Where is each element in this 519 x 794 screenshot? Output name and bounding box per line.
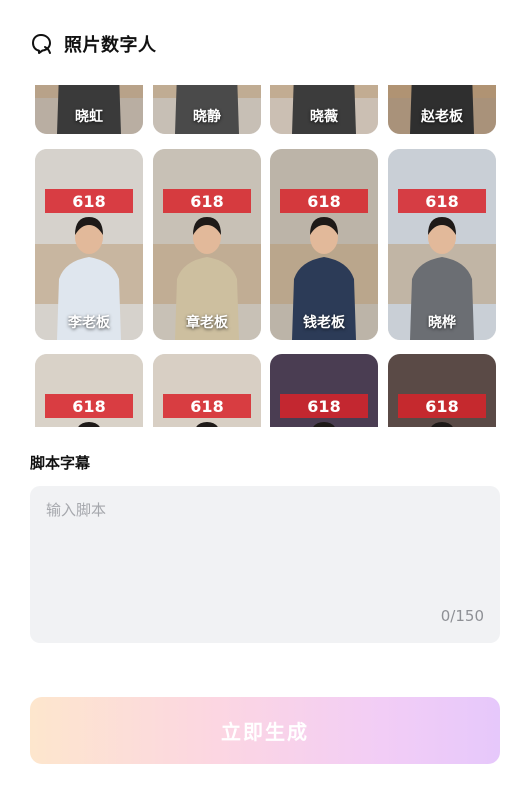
script-section-title: 脚本字幕: [30, 454, 91, 472]
avatar-bubble-icon: [32, 34, 51, 54]
avatar-photo: 618: [388, 354, 496, 427]
svg-text:618: 618: [190, 192, 223, 211]
char-counter: 0/150: [440, 607, 484, 625]
avatar-name: 赵老板: [421, 109, 463, 125]
avatar-card[interactable]: 618晓虹: [35, 85, 143, 134]
svg-text:618: 618: [307, 192, 340, 211]
svg-text:618: 618: [72, 397, 105, 416]
svg-text:618: 618: [307, 397, 340, 416]
panel-header: 照片数字人: [30, 30, 157, 58]
avatar-name: 钱老板: [303, 315, 345, 331]
avatar-name: 晓桦: [428, 315, 456, 331]
avatar-card[interactable]: 618: [388, 354, 496, 427]
avatar-name: 晓虹: [75, 109, 103, 125]
avatar-card[interactable]: 618: [270, 354, 378, 427]
avatar-name: 晓静: [193, 109, 221, 125]
svg-text:618: 618: [425, 192, 458, 211]
avatar-photo: 618: [153, 354, 261, 427]
avatar-card[interactable]: 618 章老板: [153, 149, 261, 340]
avatar-grid[interactable]: 618晓虹618晓静618晓薇618赵老板618李老板618章老板618钱老板6…: [0, 85, 519, 427]
script-input[interactable]: [30, 486, 500, 643]
avatar-card[interactable]: 618 李老板: [35, 149, 143, 340]
script-box: 0/150: [30, 486, 500, 643]
avatar-card[interactable]: 618晓静: [153, 85, 261, 134]
avatar-photo: 618: [270, 354, 378, 427]
panel-title: 照片数字人: [64, 35, 157, 56]
photo-avatar-panel: 照片数字人 618晓虹618晓静618晓薇618赵老板618李老板618章老板6…: [0, 0, 519, 794]
avatar-name: 晓薇: [310, 109, 338, 125]
svg-text:618: 618: [190, 397, 223, 416]
avatar-photo: 618: [35, 354, 143, 427]
avatar-card[interactable]: 618 钱老板: [270, 149, 378, 340]
svg-text:618: 618: [72, 192, 105, 211]
svg-text:618: 618: [425, 397, 458, 416]
generate-button[interactable]: 立即生成: [30, 697, 500, 764]
avatar-card[interactable]: 618 晓桦: [388, 149, 496, 340]
avatar-name: 李老板: [68, 315, 110, 331]
avatar-name: 章老板: [186, 315, 228, 331]
avatar-card[interactable]: 618: [153, 354, 261, 427]
avatar-card[interactable]: 618赵老板: [388, 85, 496, 134]
avatar-card[interactable]: 618: [35, 354, 143, 427]
avatar-card[interactable]: 618晓薇: [270, 85, 378, 134]
